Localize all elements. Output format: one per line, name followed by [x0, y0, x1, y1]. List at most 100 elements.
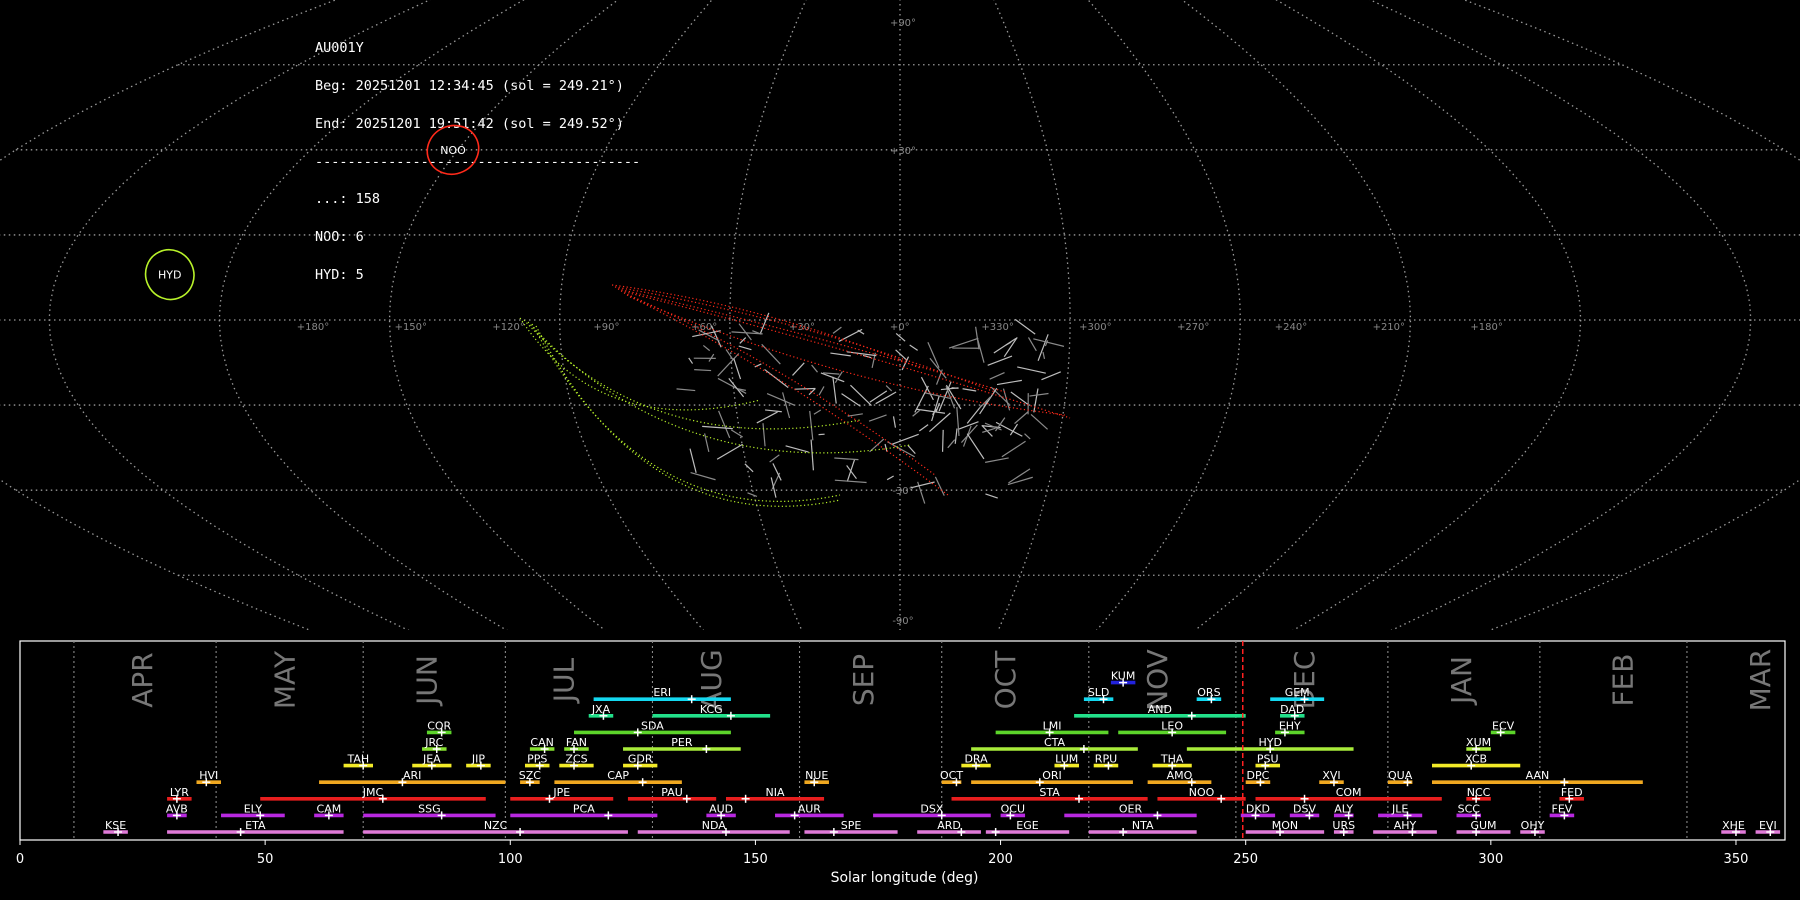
- month-label: FEB: [1607, 653, 1640, 706]
- meteor-track: [1017, 366, 1046, 374]
- shower-label: JMC: [362, 786, 384, 799]
- meteor-track: [954, 428, 958, 444]
- shower-label: SLD: [1088, 686, 1110, 699]
- meridian-line: [1087, 0, 1241, 630]
- meridian-line: [388, 0, 619, 630]
- x-tick-label: 250: [1233, 852, 1258, 867]
- shower-label: CAM: [317, 802, 342, 815]
- meteor-track: [762, 423, 766, 447]
- shower-label: ETA: [245, 819, 266, 832]
- ra-tick-label: +180°: [1470, 322, 1502, 333]
- meteor-track: [934, 476, 945, 496]
- ra-tick-label: +0°: [890, 322, 910, 333]
- hyd-meteor-trail: [535, 325, 841, 507]
- x-tick-label: 0: [16, 852, 24, 867]
- shower-label: XUM: [1466, 736, 1491, 749]
- meteor-track: [989, 372, 1005, 380]
- meteor-track: [688, 357, 694, 364]
- meteor-track: [841, 393, 861, 407]
- shower-label: AMO: [1167, 769, 1193, 782]
- x-tick-label: 300: [1478, 852, 1503, 867]
- meteor-track: [792, 362, 805, 376]
- meteor-track: [1037, 334, 1049, 361]
- shower-label: JPE: [552, 786, 570, 799]
- shower-label: EHY: [1279, 719, 1301, 732]
- ra-tick-label: +150°: [395, 322, 427, 333]
- meteor-track: [951, 387, 959, 389]
- shower-label: SCC: [1458, 802, 1481, 815]
- month-label: AUG: [695, 649, 728, 710]
- meteor-track: [830, 352, 851, 357]
- shower-label: OHY: [1521, 819, 1545, 832]
- x-tick-label: 350: [1724, 852, 1749, 867]
- meteor-track: [875, 391, 897, 405]
- meridian-line: [729, 0, 807, 630]
- shower-label: NDA: [702, 819, 727, 832]
- shower-label: XHE: [1722, 819, 1745, 832]
- meteor-track: [929, 412, 951, 433]
- shower-label: KCG: [700, 703, 723, 716]
- shower-label: CAP: [607, 769, 629, 782]
- meteor-track: [895, 349, 907, 361]
- dec-tick-label: +90°: [890, 18, 916, 29]
- meteor-track: [716, 443, 743, 460]
- shower-label: NIA: [766, 786, 785, 799]
- shower-label: LUM: [1055, 753, 1078, 766]
- shower-label: LYR: [170, 786, 189, 799]
- meteor-track: [733, 358, 742, 380]
- shower-label: DSX: [920, 802, 943, 815]
- shower-label: GEM: [1285, 686, 1310, 699]
- meteor-track: [927, 342, 940, 368]
- meteor-track: [1014, 318, 1036, 335]
- dec-tick-label: -30°: [892, 486, 913, 497]
- meteor-track: [868, 414, 887, 422]
- shower-label: DSV: [1293, 802, 1316, 815]
- meteor-track: [958, 421, 979, 430]
- meteor-track: [886, 475, 894, 481]
- meteor-track: [809, 410, 814, 441]
- shower-label: DPC: [1247, 769, 1270, 782]
- shower-label: STA: [1039, 786, 1060, 799]
- shower-label: XVI: [1322, 769, 1340, 782]
- shower-label: ZCS: [565, 753, 587, 766]
- shower-label: LMI: [1043, 719, 1062, 732]
- shower-label: KSE: [105, 819, 126, 832]
- shower-label: COR: [427, 719, 451, 732]
- shower-label: ALY: [1334, 802, 1353, 815]
- shower-label: CTA: [1044, 736, 1066, 749]
- meteor-track: [818, 386, 825, 396]
- meteor-track: [761, 343, 781, 365]
- meteor-track: [885, 385, 893, 392]
- shower-label: CAN: [530, 736, 553, 749]
- meridian-line: [48, 0, 432, 630]
- meteor-track: [962, 425, 972, 447]
- meteor-track: [1033, 388, 1039, 413]
- meteor-track: [785, 445, 809, 453]
- shower-label: PAU: [661, 786, 683, 799]
- meteor-track: [993, 337, 1017, 354]
- shower-label: RPU: [1095, 753, 1117, 766]
- meteor-track: [931, 396, 940, 422]
- ra-tick-label: +90°: [593, 322, 619, 333]
- meteor-track: [912, 409, 921, 417]
- meteor-track: [918, 424, 929, 432]
- meteor-track: [1030, 413, 1048, 430]
- shower-label: PPS: [527, 753, 547, 766]
- meteor-track: [676, 388, 696, 392]
- meteor-track: [1024, 433, 1031, 440]
- meteor-track: [909, 344, 918, 351]
- meteor-track: [718, 410, 731, 439]
- meteor-track: [770, 477, 777, 498]
- meteor-track: [747, 492, 758, 497]
- meteor-track: [857, 329, 865, 335]
- month-label: OCT: [989, 650, 1022, 710]
- shower-timeline: APR MAY JUN JUL AUG SEP OCT NOV DEC JAN FEB MARKUME…: [16, 640, 1786, 886]
- meteor-track: [869, 390, 888, 403]
- meteor-track: [1033, 338, 1065, 347]
- meteor-track: [794, 387, 816, 390]
- meteor-track: [847, 413, 863, 417]
- meridian-line: [1368, 0, 1752, 630]
- meteor-track: [985, 493, 998, 499]
- x-axis-title: Solar longitude (deg): [831, 870, 979, 886]
- shower-label: PER: [671, 736, 693, 749]
